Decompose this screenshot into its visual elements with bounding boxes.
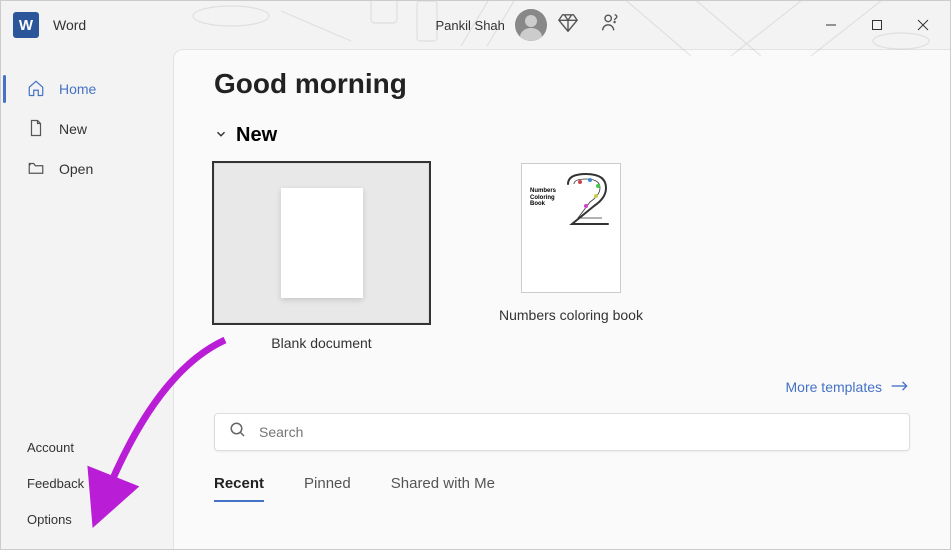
maximize-button[interactable] xyxy=(854,8,900,42)
new-section-header[interactable]: New xyxy=(214,124,910,147)
template-coloring-book[interactable]: Numbers Coloring Book Numbers coloring b… xyxy=(499,163,643,351)
sidebar: Home New Open Account Feedback Options xyxy=(1,49,173,549)
template-thumbnail: Numbers Coloring Book xyxy=(521,163,621,293)
close-button[interactable] xyxy=(900,8,946,42)
sidebar-item-label: Open xyxy=(59,161,93,177)
main-content: Good morning New Blank document Numbers … xyxy=(173,49,950,549)
sidebar-item-label: Options xyxy=(27,512,72,527)
user-name[interactable]: Pankil Shah xyxy=(436,18,505,33)
home-icon xyxy=(27,79,45,100)
sidebar-item-home[interactable]: Home xyxy=(1,69,173,109)
search-input[interactable] xyxy=(259,424,895,440)
new-section-title: New xyxy=(236,124,277,147)
template-thumbnail xyxy=(214,163,429,323)
user-avatar[interactable] xyxy=(515,9,547,41)
arrow-right-icon xyxy=(890,379,910,395)
template-label: Blank document xyxy=(214,335,429,351)
document-icon xyxy=(27,119,45,140)
sidebar-item-label: Home xyxy=(59,81,96,97)
sidebar-item-options[interactable]: Options xyxy=(1,501,173,537)
search-icon xyxy=(229,421,247,444)
titlebar: W Word Pankil Shah xyxy=(1,1,950,49)
search-box[interactable] xyxy=(214,413,910,451)
sidebar-item-label: Feedback xyxy=(27,476,84,491)
folder-icon xyxy=(27,159,45,180)
diamond-icon[interactable] xyxy=(557,12,579,39)
greeting-heading: Good morning xyxy=(214,68,910,100)
sidebar-item-new[interactable]: New xyxy=(1,109,173,149)
more-templates-link[interactable]: More templates xyxy=(214,379,910,395)
tab-shared[interactable]: Shared with Me xyxy=(391,475,495,502)
template-label: Numbers coloring book xyxy=(499,307,643,323)
sidebar-item-label: New xyxy=(59,121,87,137)
word-app-icon: W xyxy=(13,12,39,38)
sidebar-item-label: Account xyxy=(27,440,74,455)
coloring-thumb-text: Numbers Coloring Book xyxy=(530,188,556,208)
tab-pinned[interactable]: Pinned xyxy=(304,475,351,502)
chevron-down-icon xyxy=(214,124,228,147)
person-help-icon[interactable] xyxy=(599,12,621,39)
sidebar-item-feedback[interactable]: Feedback xyxy=(1,465,173,501)
recent-tabs: Recent Pinned Shared with Me xyxy=(214,475,910,502)
minimize-button[interactable] xyxy=(808,8,854,42)
tab-recent[interactable]: Recent xyxy=(214,475,264,502)
templates-row: Blank document Numbers Coloring Book Num xyxy=(214,163,910,351)
template-blank-document[interactable]: Blank document xyxy=(214,163,429,351)
sidebar-item-open[interactable]: Open xyxy=(1,149,173,189)
sidebar-item-account[interactable]: Account xyxy=(1,429,173,465)
app-title: Word xyxy=(53,17,86,33)
